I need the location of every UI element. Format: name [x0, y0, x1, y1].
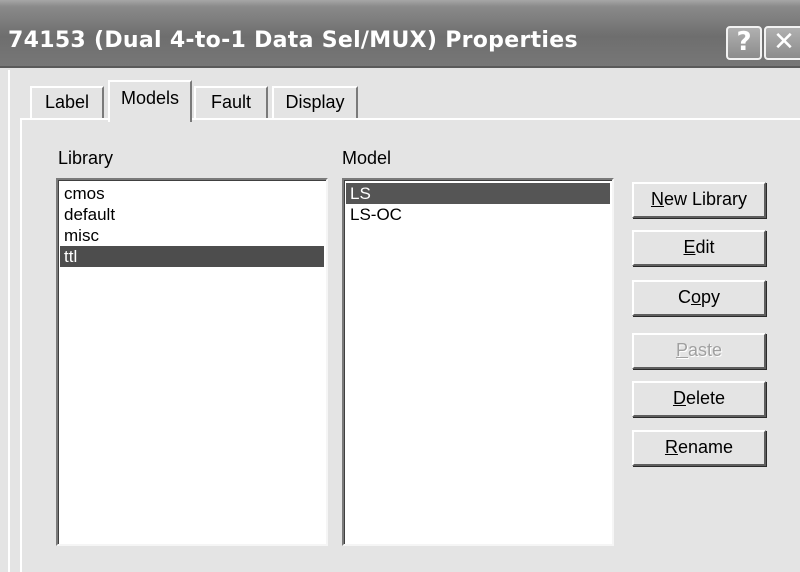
tab-fault[interactable]: Fault: [194, 86, 268, 120]
rename-label: ename: [677, 437, 734, 457]
delete-label: elete: [685, 388, 726, 408]
model-label: Model: [342, 148, 392, 168]
edit-label: dit: [695, 237, 715, 257]
tab-label[interactable]: Label: [30, 86, 104, 120]
paste-label: aste: [687, 340, 723, 360]
paste-button[interactable]: Paste: [632, 333, 766, 369]
delete-button[interactable]: Delete: [632, 381, 766, 417]
title-bar[interactable]: 74153 (Dual 4-to-1 Data Sel/MUX) Propert…: [0, 0, 800, 68]
delete-mnemonic: D: [672, 388, 686, 408]
library-item-default[interactable]: default: [60, 204, 324, 225]
library-item-cmos[interactable]: cmos: [60, 183, 324, 204]
rename-button[interactable]: Rename: [632, 430, 766, 466]
model-listbox[interactable]: LS LS-OC: [342, 178, 614, 546]
properties-dialog: 74153 (Dual 4-to-1 Data Sel/MUX) Propert…: [0, 0, 800, 572]
window-title: 74153 (Dual 4-to-1 Data Sel/MUX) Propert…: [8, 28, 578, 53]
copy-mnemonic: o: [690, 287, 701, 307]
model-item-ls[interactable]: LS: [346, 183, 610, 204]
paste-mnemonic: P: [675, 340, 688, 360]
library-item-misc[interactable]: misc: [60, 225, 324, 246]
new-library-button[interactable]: New Library: [632, 182, 766, 218]
copy-label-pre: C: [677, 287, 691, 307]
help-button[interactable]: ?: [726, 26, 762, 60]
edit-mnemonic: E: [683, 237, 696, 257]
close-button[interactable]: ✕: [764, 26, 800, 60]
library-label: Library: [58, 148, 114, 168]
new-library-label: ew Library: [663, 189, 748, 209]
edit-button[interactable]: Edit: [632, 230, 766, 266]
rename-mnemonic: R: [664, 437, 678, 457]
new-library-mnemonic: N: [650, 189, 664, 209]
copy-label: py: [701, 287, 721, 307]
close-icon: ✕: [773, 27, 795, 57]
library-listbox[interactable]: cmos default misc ttl: [56, 178, 328, 546]
copy-button[interactable]: Copy: [632, 280, 766, 316]
library-item-ttl[interactable]: ttl: [60, 246, 324, 267]
help-icon: ?: [736, 27, 752, 57]
tab-models[interactable]: Models: [108, 80, 192, 122]
model-item-ls-oc[interactable]: LS-OC: [346, 204, 610, 225]
tab-display[interactable]: Display: [272, 86, 358, 120]
